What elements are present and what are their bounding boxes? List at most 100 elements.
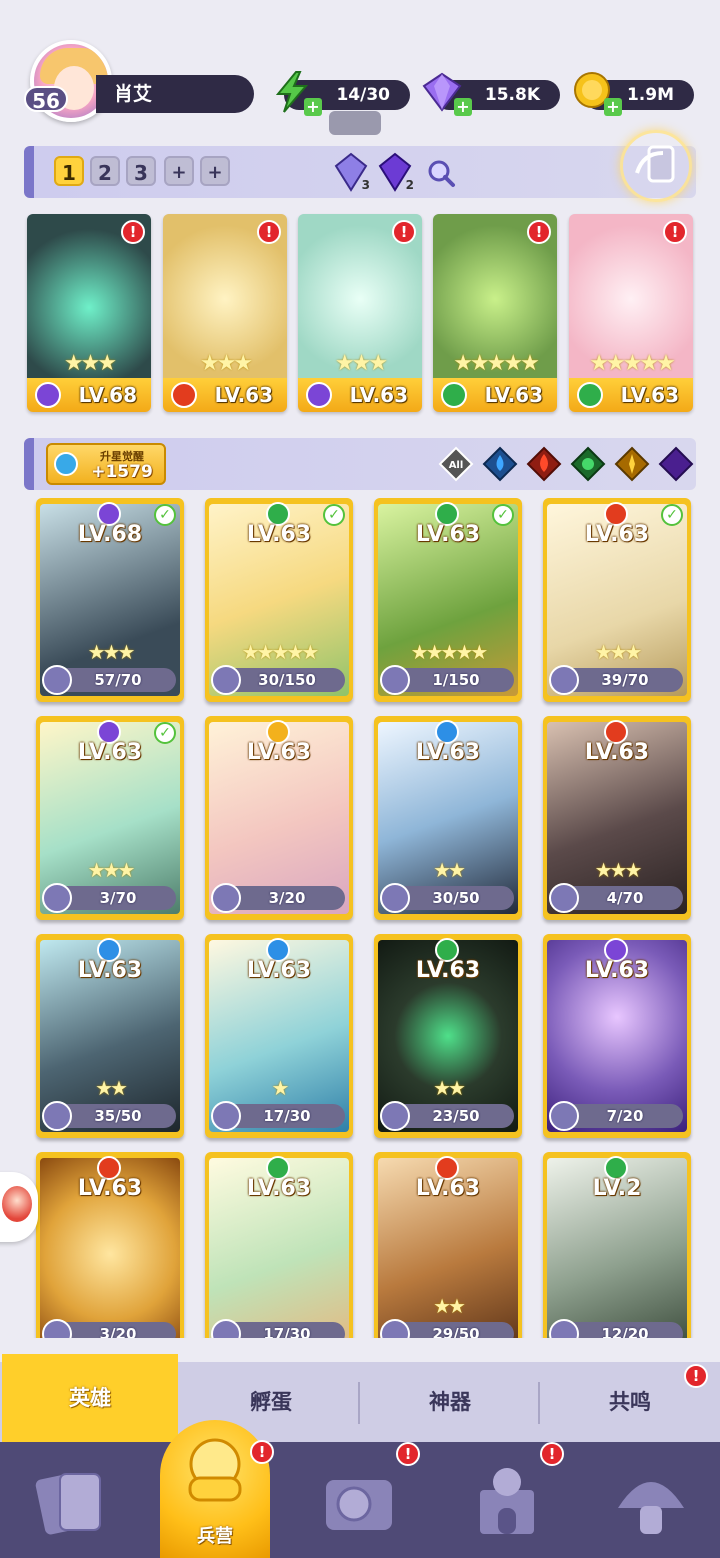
shard-progress: 39/70: [549, 665, 683, 695]
barracks-label: 兵营: [197, 1526, 233, 1547]
hero-card[interactable]: LV.63 ★★ 30/50: [374, 716, 522, 920]
hero-stars: ★★★★★: [241, 640, 320, 664]
sub-tab-bar: 英雄 孵蛋 神器 共鸣 !: [0, 1354, 720, 1442]
energy-value: 14/30: [336, 85, 390, 105]
gem-resource[interactable]: + 15.8K: [422, 72, 560, 116]
barracks-nav-button[interactable]: 兵营 !: [160, 1420, 274, 1558]
shard-icon: [380, 1101, 410, 1131]
energy-resource[interactable]: + 14/30: [275, 71, 410, 116]
alert-badge-icon: !: [392, 220, 416, 244]
hero-stars: ★★★: [87, 640, 136, 664]
hero-card[interactable]: ✓ LV.63 ★★★★★ 1/150: [374, 498, 522, 702]
shard-icon: [549, 1319, 579, 1338]
shard-icon: [42, 665, 72, 695]
hero-level: LV.2: [592, 1176, 642, 1201]
hero-card[interactable]: LV.63 ★★ 35/50: [36, 934, 184, 1138]
filter-bar: 升星觉醒 +1579 All: [24, 438, 696, 490]
hero-card[interactable]: LV.63 3/20: [36, 1152, 184, 1338]
team-hero-card[interactable]: ★★★ LV.63 !: [298, 214, 422, 412]
water-filter-icon[interactable]: [482, 446, 518, 482]
shard-progress: 3/70: [42, 883, 176, 913]
team-tab-2[interactable]: 2: [90, 156, 120, 186]
shard-icon: [380, 665, 410, 695]
crystal-purple-icon[interactable]: 2: [376, 152, 414, 192]
shard-count: 23/50: [432, 1107, 480, 1125]
coin-plus-icon[interactable]: +: [604, 98, 622, 116]
castle-nav-icon[interactable]: [462, 1456, 552, 1546]
shard-count: 3/70: [99, 889, 137, 907]
filter-all-button[interactable]: All: [438, 446, 474, 482]
dark-element-icon: [306, 382, 332, 408]
awaken-value: +1579: [91, 462, 153, 482]
gem-plus-icon[interactable]: +: [454, 98, 472, 116]
tab-heroes[interactable]: 英雄: [2, 1354, 178, 1442]
swap-icon: [635, 145, 675, 183]
shard-progress: 17/30: [211, 1319, 345, 1338]
hero-stars: ★★★: [199, 351, 253, 376]
crystal-purple-count: 2: [405, 178, 414, 192]
shard-count: 57/70: [94, 671, 142, 689]
tab-artifacts[interactable]: 神器: [360, 1362, 540, 1442]
shard-count: 29/50: [432, 1325, 480, 1338]
hero-level: LV.63: [415, 522, 481, 547]
hero-card[interactable]: LV.63 3/20: [205, 716, 353, 920]
hero-level: LV.63: [584, 740, 650, 765]
shard-count: 4/70: [606, 889, 644, 907]
hero-card[interactable]: LV.63 17/30: [205, 1152, 353, 1338]
coin-resource[interactable]: + 1.9M: [574, 72, 694, 116]
energy-plus-icon[interactable]: +: [304, 98, 322, 116]
hero-stars: ★★★: [594, 858, 643, 882]
team-tab-1[interactable]: 1: [54, 156, 84, 186]
crystal-blue-icon[interactable]: 3: [332, 152, 370, 192]
swap-team-button[interactable]: [620, 130, 692, 202]
hero-level: LV.63: [415, 740, 481, 765]
side-helper-avatar[interactable]: [0, 1172, 38, 1242]
player-name[interactable]: 肖艾: [96, 75, 254, 113]
coin-value: 1.9M: [626, 85, 674, 105]
hero-level: LV.63: [246, 1176, 312, 1201]
team-bar: 1 2 3 + + 3 2: [24, 146, 696, 198]
hero-stars: ★★★: [63, 351, 117, 376]
gem-value: 15.8K: [484, 85, 540, 105]
shard-icon: [42, 1319, 72, 1338]
mushroom-nav-icon[interactable]: [606, 1456, 696, 1546]
shard-progress: 30/150: [211, 665, 345, 695]
shard-progress: 3/20: [211, 883, 345, 913]
helper-face: [2, 1186, 32, 1222]
hero-card[interactable]: LV.2 12/20: [543, 1152, 691, 1338]
hero-level: LV.63: [246, 522, 312, 547]
hero-stars: ★★: [433, 1294, 466, 1318]
map-nav-icon[interactable]: [314, 1456, 404, 1546]
dark-filter-icon[interactable]: [658, 446, 694, 482]
team-add-button[interactable]: +: [200, 156, 230, 186]
pull-tab[interactable]: [329, 111, 381, 135]
light-filter-icon[interactable]: [614, 446, 650, 482]
shard-count: 3/20: [268, 889, 306, 907]
team-tab-3[interactable]: 3: [126, 156, 156, 186]
hero-card[interactable]: ✓ LV.63 ★★★★★ 30/150: [205, 498, 353, 702]
hero-card[interactable]: ✓ LV.68 ★★★ 57/70: [36, 498, 184, 702]
hero-card[interactable]: LV.63 ★★ 23/50: [374, 934, 522, 1138]
shard-progress: 29/50: [380, 1319, 514, 1338]
hero-card[interactable]: LV.63 ★★ 29/50: [374, 1152, 522, 1338]
team-hero-card[interactable]: ★★★★★ LV.63 !: [569, 214, 693, 412]
hero-card[interactable]: LV.63 ★ 17/30: [205, 934, 353, 1138]
awaken-button[interactable]: 升星觉醒 +1579: [46, 443, 166, 485]
hero-card[interactable]: LV.63 7/20: [543, 934, 691, 1138]
team-add-button[interactable]: +: [164, 156, 194, 186]
hero-card[interactable]: LV.63 ★★★ 4/70: [543, 716, 691, 920]
shard-count: 17/30: [263, 1325, 311, 1338]
nature-filter-icon[interactable]: [570, 446, 606, 482]
magnify-icon[interactable]: [426, 158, 456, 188]
shard-progress: 12/20: [549, 1319, 683, 1338]
team-hero-card[interactable]: ★★★★★ LV.63 !: [433, 214, 557, 412]
shard-progress: 30/50: [380, 883, 514, 913]
hero-card[interactable]: ✓ LV.63 ★★★ 3/70: [36, 716, 184, 920]
hero-card[interactable]: ✓ LV.63 ★★★ 39/70: [543, 498, 691, 702]
team-hero-card[interactable]: ★★★ LV.63 !: [163, 214, 287, 412]
team-hero-card[interactable]: ★★★ LV.68 !: [27, 214, 151, 412]
hero-level: LV.63: [584, 522, 650, 547]
cards-nav-icon[interactable]: [26, 1456, 116, 1546]
top-bar: 肖艾 56 + 14/30 + 15.8K + 1.9M: [0, 0, 720, 135]
fire-filter-icon[interactable]: [526, 446, 562, 482]
